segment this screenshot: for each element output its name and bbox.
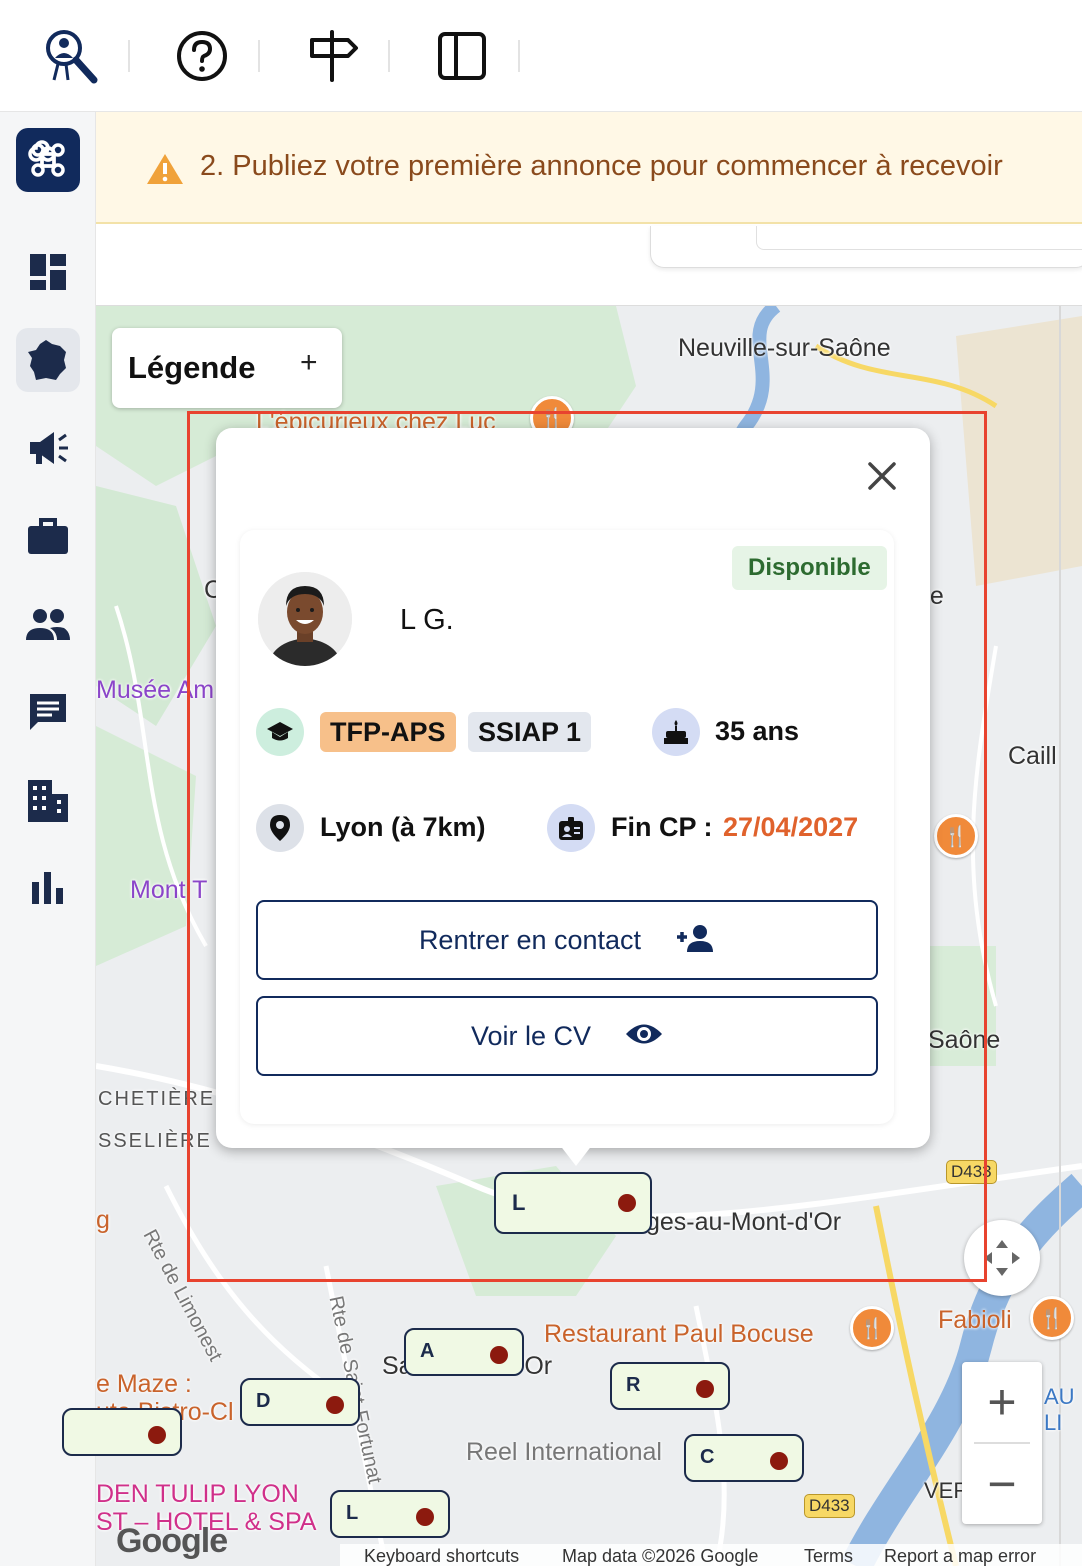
command-icon[interactable]	[16, 128, 80, 192]
certification-chip: SSIAP 1	[468, 712, 592, 752]
megaphone-icon[interactable]	[16, 416, 80, 480]
map-label-caill: Caill	[1008, 742, 1057, 770]
map-label-li: LI	[1044, 1410, 1063, 1435]
sidebar-toggle-icon[interactable]	[430, 24, 494, 88]
candidate-marker[interactable]: L	[330, 1490, 450, 1538]
warning-icon	[146, 152, 184, 191]
keyboard-shortcuts-link[interactable]: Keyboard shortcuts	[364, 1546, 519, 1566]
toolbar-separator	[128, 40, 130, 72]
fin-cp-date: 27/04/2027	[723, 812, 859, 842]
toolbar-separator	[258, 40, 260, 72]
map-label-paul-bocuse: Restaurant Paul Bocuse	[544, 1320, 814, 1348]
map-label-reel: Reel International	[466, 1438, 662, 1466]
restaurant-pin-icon[interactable]: 🍴	[850, 1306, 894, 1350]
cake-icon	[652, 708, 700, 756]
map-label-sseliere: SSELIÈRE	[98, 1130, 212, 1152]
candidate-marker[interactable]: R	[610, 1362, 730, 1410]
legend-toggle[interactable]: +	[300, 346, 318, 380]
map-label-au: AU	[1044, 1384, 1075, 1409]
signpost-icon[interactable]	[300, 24, 364, 88]
terms-link[interactable]: Terms	[804, 1546, 853, 1566]
map-label-musee: Musée Am	[96, 676, 215, 704]
map-label-mont: Mont T	[130, 876, 208, 904]
eye-icon	[625, 1021, 663, 1052]
top-toolbar	[0, 0, 1082, 112]
candidate-marker[interactable]: A	[404, 1328, 524, 1376]
legend-title: Légende	[128, 350, 256, 385]
candidate-marker[interactable]	[62, 1408, 182, 1456]
location-text: Lyon (à 7km)	[320, 812, 486, 842]
map-data-text: Map data ©2026 Google	[562, 1546, 759, 1566]
certification-chip: TFP-APS	[320, 712, 456, 752]
graduation-cap-icon	[256, 708, 304, 756]
dashboard-icon[interactable]	[16, 240, 80, 304]
contact-button[interactable]: Rentrer en contact	[256, 900, 878, 980]
map-label-fabioli: Fabioli	[938, 1306, 1012, 1334]
candidate-marker[interactable]: L	[494, 1172, 652, 1234]
restaurant-pin-icon[interactable]: 🍴	[934, 814, 978, 858]
close-icon[interactable]	[862, 456, 902, 496]
france-map-icon[interactable]	[16, 328, 80, 392]
candidate-name: L G.	[400, 604, 454, 636]
card-inner-edge	[756, 226, 1082, 250]
age-text: 35 ans	[715, 716, 800, 746]
chat-icon[interactable]	[16, 680, 80, 744]
zoom-control: + −	[962, 1362, 1042, 1524]
add-person-icon	[675, 924, 715, 957]
popup-tail	[556, 1140, 596, 1166]
google-logo: Google	[116, 1522, 228, 1560]
candidate-marker[interactable]: D	[240, 1378, 360, 1426]
toolbar-separator	[388, 40, 390, 72]
restaurant-pin-icon[interactable]: 🍴	[1030, 1296, 1074, 1340]
onboarding-banner: 2. Publiez votre première annonce pour c…	[96, 112, 1082, 224]
toolbar-separator	[518, 40, 520, 72]
people-icon[interactable]	[16, 592, 80, 656]
map-label-tulip-1: DEN TULIP LYON	[96, 1480, 299, 1508]
briefcase-icon[interactable]	[16, 504, 80, 568]
view-cv-button-label: Voir le CV	[470, 1020, 592, 1051]
map-legend[interactable]: Légende +	[112, 328, 342, 408]
map-footer: Keyboard shortcuts Map data ©2026 Google…	[340, 1544, 1082, 1566]
map-label-neuville: Neuville-sur-Saône	[678, 334, 891, 362]
map-label-mont-dor: ges-au-Mont-d'Or	[646, 1208, 842, 1236]
map-label-chetiere: CHETIÈRE	[98, 1088, 216, 1110]
road-badge-d433: D433	[946, 1160, 997, 1184]
banner-text: 2. Publiez votre première annonce pour c…	[200, 150, 1003, 182]
zoom-out-button[interactable]: −	[962, 1444, 1042, 1524]
fin-cp-label: Fin CP :	[611, 812, 713, 842]
zoom-in-button[interactable]: +	[962, 1362, 1042, 1442]
help-icon[interactable]	[170, 24, 234, 88]
map-label-maze: e Maze :	[96, 1370, 192, 1398]
id-badge-icon	[547, 804, 595, 852]
view-cv-button[interactable]: Voir le CV	[256, 996, 878, 1076]
road-badge-d433: D433	[804, 1494, 855, 1518]
contact-button-label: Rentrer en contact	[418, 924, 642, 955]
candidate-marker[interactable]: C	[684, 1434, 804, 1482]
search-user-icon[interactable]	[38, 24, 102, 88]
avatar	[258, 572, 352, 666]
app-root: 2. Publiez votre première annonce pour c…	[0, 0, 1082, 1566]
building-icon[interactable]	[16, 768, 80, 832]
report-error-link[interactable]: Report a map error	[884, 1546, 1036, 1566]
status-badge: Disponible	[732, 546, 887, 590]
location-pin-icon	[256, 804, 304, 852]
map-label-saone: Saône	[928, 1026, 1001, 1054]
map-label-g: g	[96, 1206, 110, 1234]
fullscreen-toggle-icon[interactable]	[964, 1220, 1040, 1296]
bar-chart-icon[interactable]	[16, 856, 80, 920]
